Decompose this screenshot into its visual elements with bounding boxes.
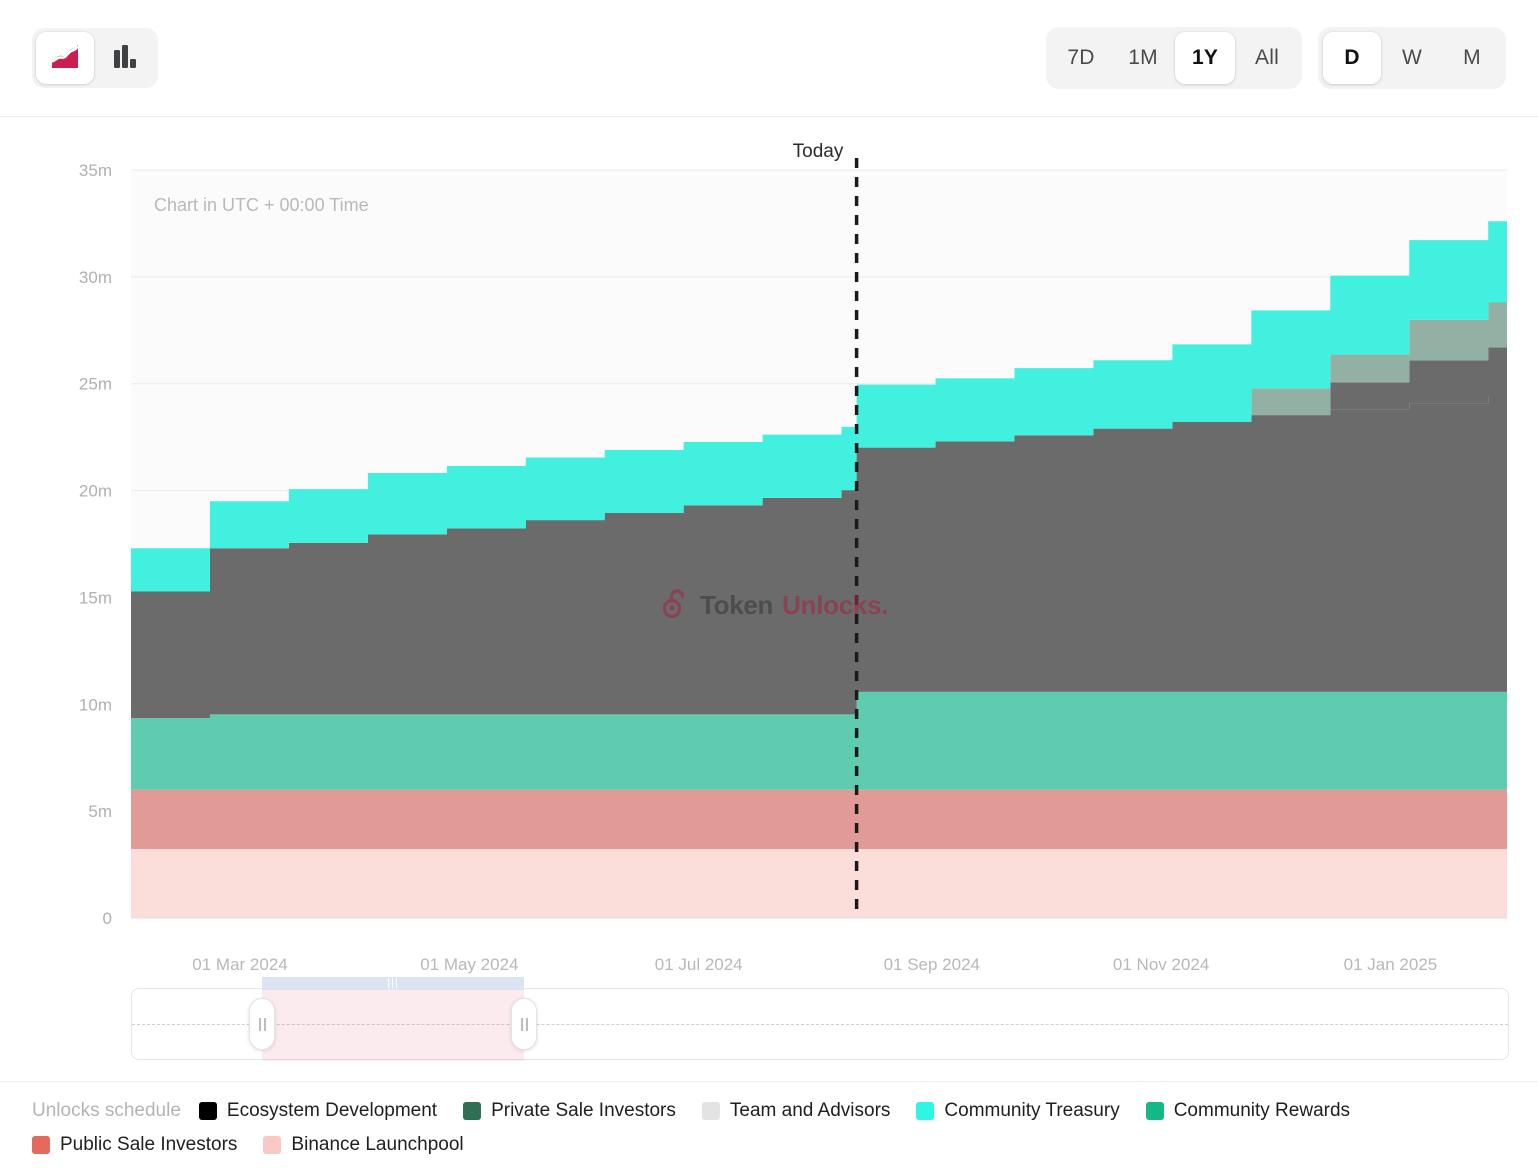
utc-note: Chart in UTC + 00:00 Time xyxy=(154,195,369,216)
y-axis-tick-label: 5m xyxy=(88,802,112,821)
legend-swatch xyxy=(1146,1102,1164,1120)
x-axis-tick-label: 01 Jul 2024 xyxy=(655,955,743,974)
chart-legend: Unlocks schedule Ecosystem Development P… xyxy=(0,1081,1538,1156)
y-axis-tick-label: 20m xyxy=(79,482,112,501)
legend-label: Binance Launchpool xyxy=(291,1134,463,1156)
legend-item-public-sale-investors[interactable]: Public Sale Investors xyxy=(32,1134,237,1156)
legend-item-community-treasury[interactable]: Community Treasury xyxy=(916,1100,1119,1122)
chart-type-toggle-group xyxy=(32,28,158,88)
area-chart-icon xyxy=(50,44,80,73)
x-axis-tick-label: 01 Nov 2024 xyxy=(1113,955,1209,974)
y-axis-tick-label: 0 xyxy=(103,909,112,928)
handle-grip-icon xyxy=(521,1018,528,1031)
slider-drag-bar[interactable]: ||| xyxy=(262,977,524,990)
bar-chart-icon xyxy=(111,44,139,73)
series-area-public-sale-investors xyxy=(131,790,1507,849)
drag-grip-icon: ||| xyxy=(387,978,399,989)
range-slider[interactable]: ||| xyxy=(131,988,1509,1060)
interval-group: D W M xyxy=(1318,27,1506,89)
legend-label: Team and Advisors xyxy=(730,1100,891,1122)
chart-toolbar: 7D 1M 1Y All D W M xyxy=(0,0,1538,117)
legend-title: Unlocks schedule xyxy=(32,1100,181,1122)
time-range-group: 7D 1M 1Y All xyxy=(1046,27,1302,89)
range-button-7d[interactable]: 7D xyxy=(1051,32,1111,84)
legend-label: Community Rewards xyxy=(1174,1100,1350,1122)
range-button-all[interactable]: All xyxy=(1237,32,1297,84)
legend-swatch xyxy=(702,1102,720,1120)
interval-button-m[interactable]: M xyxy=(1443,32,1501,84)
range-button-1y[interactable]: 1Y xyxy=(1175,32,1235,84)
legend-label: Private Sale Investors xyxy=(491,1100,676,1122)
series-area-binance-launchpool xyxy=(131,849,1507,918)
y-axis-tick-label: 30m xyxy=(79,268,112,287)
range-handle-left[interactable] xyxy=(249,998,275,1050)
y-axis-tick-label: 10m xyxy=(79,695,112,714)
legend-swatch xyxy=(263,1136,281,1154)
legend-swatch xyxy=(199,1102,217,1120)
y-axis-tick-label: 25m xyxy=(79,375,112,394)
legend-swatch xyxy=(916,1102,934,1120)
chart-area[interactable]: 0 5m 10m 15m 20m 25m 30m 35m 01 Mar 2024 01 May 2… xyxy=(0,117,1538,1077)
y-axis-tick-label: 35m xyxy=(79,161,112,180)
area-chart-toggle[interactable] xyxy=(36,32,94,84)
legend-item-community-rewards[interactable]: Community Rewards xyxy=(1146,1100,1350,1122)
legend-item-binance-launchpool[interactable]: Binance Launchpool xyxy=(263,1134,463,1156)
interval-button-w[interactable]: W xyxy=(1383,32,1441,84)
legend-item-private-sale-investors[interactable]: Private Sale Investors xyxy=(463,1100,676,1122)
x-axis-tick-label: 01 Sep 2024 xyxy=(884,955,980,974)
handle-grip-icon xyxy=(259,1018,266,1031)
bar-chart-toggle[interactable] xyxy=(96,32,154,84)
legend-item-ecosystem-development[interactable]: Ecosystem Development xyxy=(199,1100,437,1122)
legend-swatch xyxy=(32,1136,50,1154)
legend-item-team-and-advisors[interactable]: Team and Advisors xyxy=(702,1100,891,1122)
range-button-1m[interactable]: 1M xyxy=(1113,32,1173,84)
legend-label: Community Treasury xyxy=(944,1100,1119,1122)
x-axis-tick-label: 01 Jan 2025 xyxy=(1344,955,1438,974)
y-axis-tick-label: 15m xyxy=(79,588,112,607)
token-unlock-chart-app: 7D 1M 1Y All D W M 0 5m 10m 15m 20m 25m 30m 35m… xyxy=(0,0,1538,1174)
range-controls: 7D 1M 1Y All D W M xyxy=(1046,27,1506,89)
legend-label: Public Sale Investors xyxy=(60,1134,237,1156)
legend-swatch xyxy=(463,1102,481,1120)
x-axis-tick-label: 01 May 2024 xyxy=(420,955,518,974)
x-axis-tick-label: 01 Mar 2024 xyxy=(192,955,287,974)
stacked-area-plot[interactable]: 0 5m 10m 15m 20m 25m 30m 35m 01 Mar 2024 01 May 2… xyxy=(0,117,1538,1077)
today-marker-label: Today xyxy=(793,141,844,163)
legend-label: Ecosystem Development xyxy=(227,1100,437,1122)
range-handle-right[interactable] xyxy=(511,998,537,1050)
interval-button-d[interactable]: D xyxy=(1323,32,1381,84)
